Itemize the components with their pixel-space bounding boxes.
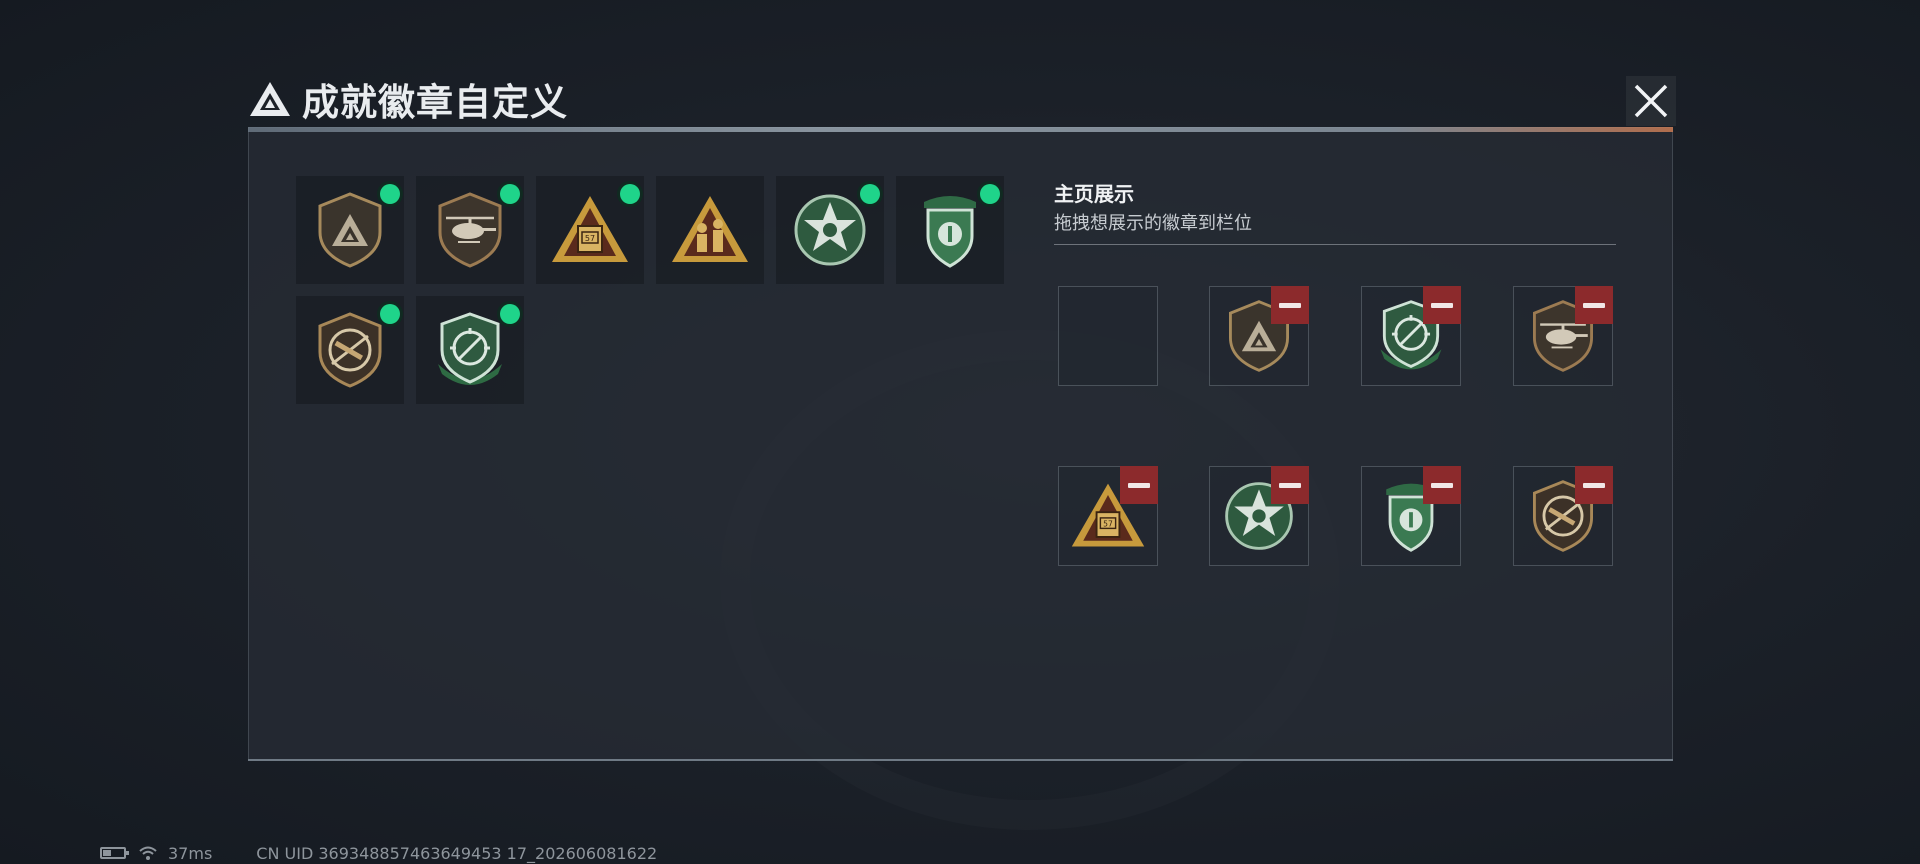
inventory-badge-slot[interactable] xyxy=(416,176,524,284)
panel-top-accent xyxy=(248,127,1673,132)
new-badge-dot xyxy=(380,304,400,324)
green-beret-shield-badge-icon xyxy=(924,196,976,268)
inventory-badge-slot[interactable] xyxy=(296,176,404,284)
display-slot[interactable] xyxy=(1513,286,1613,386)
panel-bottom-line xyxy=(248,759,1673,761)
display-section-subtitle: 拖拽想展示的徽章到栏位 xyxy=(1054,213,1252,234)
remove-badge-button[interactable] xyxy=(1271,466,1309,504)
inventory-badge-slot[interactable] xyxy=(776,176,884,284)
uid-text: CN UID 369348857463649453 17_20260608162… xyxy=(256,843,658,863)
rifle-prohibited-badge-icon xyxy=(318,312,382,388)
inventory-badge-slot[interactable] xyxy=(896,176,1004,284)
display-slot-empty[interactable] xyxy=(1058,286,1158,386)
svg-text:57: 57 xyxy=(1103,519,1113,528)
new-badge-dot xyxy=(380,184,400,204)
display-section-title: 主页展示 xyxy=(1054,182,1134,206)
new-badge-dot xyxy=(980,184,1000,204)
wifi-icon xyxy=(139,846,157,860)
inventory-badge-slot[interactable] xyxy=(416,296,524,404)
remove-badge-button[interactable] xyxy=(1271,286,1309,324)
svg-text:57: 57 xyxy=(585,234,595,243)
remove-badge-button[interactable] xyxy=(1423,466,1461,504)
green-crosshair-shield-badge-icon xyxy=(438,312,502,385)
remove-badge-button[interactable] xyxy=(1575,466,1613,504)
battery-icon xyxy=(100,847,129,859)
ping-text: 37ms xyxy=(168,843,213,863)
delta-logo-icon xyxy=(250,82,290,116)
inventory-badge-slot[interactable] xyxy=(296,296,404,404)
green-star-skull-badge-icon xyxy=(794,194,866,266)
close-button[interactable] xyxy=(1626,76,1676,126)
new-badge-dot xyxy=(620,184,640,204)
new-badge-dot xyxy=(500,184,520,204)
remove-badge-button[interactable] xyxy=(1423,286,1461,324)
remove-badge-button[interactable] xyxy=(1575,286,1613,324)
shield-logo-badge-icon xyxy=(318,192,382,268)
new-badge-dot xyxy=(860,184,880,204)
display-slot[interactable] xyxy=(1513,466,1613,566)
close-icon xyxy=(1634,84,1668,118)
window-title-bar: 成就徽章自定义 xyxy=(248,74,568,124)
display-slot[interactable] xyxy=(1209,286,1309,386)
inventory-badge-slot[interactable]: 57 xyxy=(536,176,644,284)
gold-crate-triangle-badge-icon: 57 xyxy=(552,196,628,262)
display-slot[interactable] xyxy=(1361,286,1461,386)
inventory-badge-slot[interactable] xyxy=(656,176,764,284)
display-slot[interactable] xyxy=(1361,466,1461,566)
new-badge-dot xyxy=(500,304,520,324)
window-title: 成就徽章自定义 xyxy=(302,81,568,124)
helicopter-shield-badge-icon xyxy=(438,192,502,268)
remove-badge-button[interactable] xyxy=(1120,466,1158,504)
display-slot[interactable] xyxy=(1209,466,1309,566)
section-divider xyxy=(1054,244,1616,245)
gold-soldiers-triangle-badge-icon xyxy=(672,196,748,262)
status-bar: 37ms CN UID 369348857463649453 17_202606… xyxy=(100,843,658,863)
display-slot[interactable]: 57 xyxy=(1058,466,1158,566)
